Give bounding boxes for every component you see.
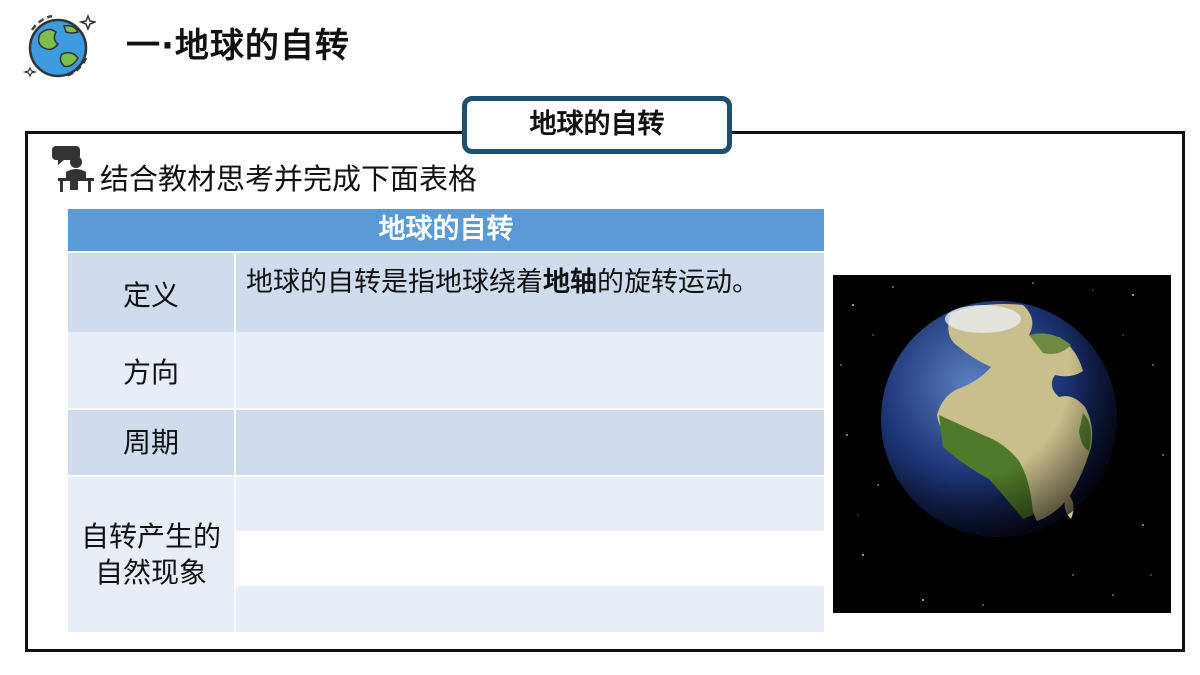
table-header: 地球的自转	[68, 209, 824, 251]
section-tab: 地球的自转	[462, 96, 732, 154]
phenomena-stripe	[236, 531, 824, 586]
row-label-direction: 方向	[68, 332, 234, 408]
row-value-definition: 地球的自转是指地球绕着地轴的旋转运动。	[236, 253, 824, 339]
row-value-period[interactable]	[236, 410, 824, 475]
row-label-phenomena: 自转产生的 自然现象	[68, 477, 234, 632]
table-row: 方向	[68, 332, 824, 408]
globe-icon	[22, 13, 96, 78]
table-row: 周期	[68, 410, 824, 475]
row-label-definition: 定义	[68, 253, 234, 339]
reader-icon	[52, 146, 94, 192]
page-title: 一·地球的自转	[126, 26, 350, 66]
bold-term: 地轴	[543, 267, 597, 298]
earth-photo	[833, 275, 1171, 613]
table-row: 定义 地球的自转是指地球绕着地轴的旋转运动。	[68, 253, 824, 339]
rotation-table: 地球的自转 定义 地球的自转是指地球绕着地轴的旋转运动。 方向 周期 自转产生的…	[68, 209, 824, 632]
instruction-text: 结合教材思考并完成下面表格	[100, 162, 478, 196]
table-row: 自转产生的 自然现象	[68, 477, 824, 632]
row-label-period: 周期	[68, 410, 234, 475]
row-value-direction[interactable]	[236, 332, 824, 408]
